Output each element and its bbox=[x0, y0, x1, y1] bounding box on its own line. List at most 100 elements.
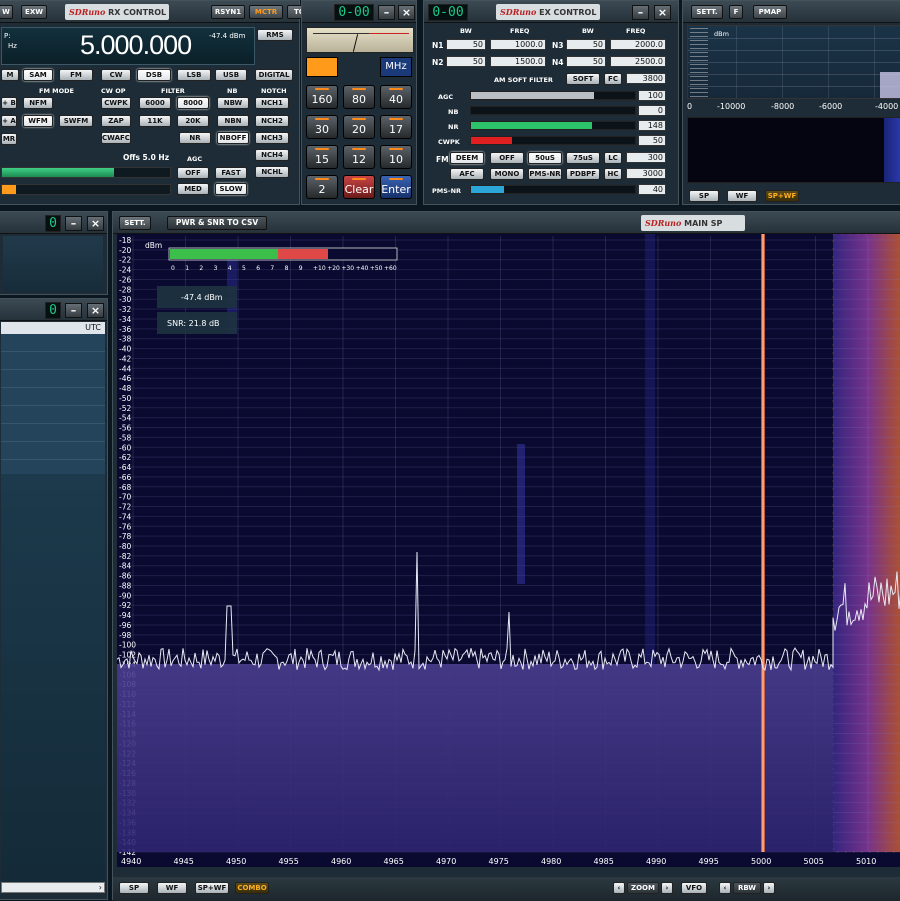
pms-nr-button[interactable]: PMS-NR bbox=[528, 168, 562, 180]
mctr-button[interactable]: MCTR bbox=[249, 5, 283, 19]
fc-button[interactable]: FC bbox=[604, 73, 622, 85]
nr-button[interactable]: NR bbox=[179, 132, 211, 144]
lc-value-field[interactable]: 300 bbox=[626, 152, 666, 163]
swfm-button[interactable]: SWFM bbox=[59, 115, 93, 127]
slider-agc[interactable] bbox=[470, 91, 636, 100]
small-spwf-button[interactable]: SP+WF bbox=[765, 190, 799, 202]
rx-squelch-bar[interactable] bbox=[1, 184, 171, 195]
key-80[interactable]: 80 bbox=[343, 85, 375, 109]
rx-w-button[interactable]: W bbox=[0, 5, 13, 19]
cwafc-button[interactable]: CWAFC bbox=[101, 132, 131, 144]
filter-6000-button[interactable]: 6000 bbox=[139, 97, 171, 109]
n4-bw-field[interactable]: 50 bbox=[566, 56, 606, 67]
mhz-display[interactable]: MHz bbox=[380, 57, 412, 77]
nbw-button[interactable]: NBW bbox=[217, 97, 249, 109]
mini1-minimize-icon[interactable]: – bbox=[65, 216, 82, 231]
mode-sam-button[interactable]: SAM bbox=[23, 69, 53, 81]
nchl-button[interactable]: NCHL bbox=[255, 166, 289, 178]
key-20[interactable]: 20 bbox=[343, 115, 375, 139]
mode-lsb-button[interactable]: LSB bbox=[177, 69, 211, 81]
small-f-button[interactable]: F bbox=[729, 5, 743, 19]
key-17[interactable]: 17 bbox=[380, 115, 412, 139]
afc-button[interactable]: AFC bbox=[450, 168, 484, 180]
rbw-right-button[interactable]: › bbox=[763, 882, 775, 894]
mr-button[interactable]: MR bbox=[1, 133, 17, 145]
main-sett-button[interactable]: SETT. bbox=[119, 216, 151, 230]
agc-slow-button[interactable]: SLOW bbox=[215, 183, 247, 195]
mode-digital-button[interactable]: DIGITAL bbox=[255, 69, 293, 81]
filter-20k-button[interactable]: 20K bbox=[177, 115, 209, 127]
nbn-button[interactable]: NBN bbox=[217, 115, 249, 127]
agc-med-button[interactable]: MED bbox=[177, 183, 209, 195]
main-spectrum-body[interactable]: -18 -20 -22 -24 -26 -28 -30 -32 -34 -36 -38 -40 -42-… bbox=[117, 234, 900, 867]
deem-off-button[interactable]: OFF bbox=[490, 152, 524, 164]
slider-nb[interactable] bbox=[470, 106, 636, 115]
pdbpf-button[interactable]: PDBPF bbox=[566, 168, 600, 180]
ex-minimize-icon[interactable]: – bbox=[632, 5, 649, 20]
mini2-minimize-icon[interactable]: – bbox=[65, 303, 82, 318]
main-spectrum-plot[interactable]: -18-20-22-24-26-28-30-32-34-36-38-40-42-… bbox=[117, 234, 900, 867]
rbw-left-button[interactable]: ‹ bbox=[719, 882, 731, 894]
deem-75us-button[interactable]: 75uS bbox=[566, 152, 600, 164]
fc-value-field[interactable]: 3800 bbox=[626, 73, 666, 84]
rsyn1-button[interactable]: RSYN1 bbox=[211, 5, 245, 19]
zoom-right-button[interactable]: › bbox=[661, 882, 673, 894]
ex-close-icon[interactable]: × bbox=[654, 5, 671, 20]
vfo-button[interactable]: VFO bbox=[681, 882, 707, 894]
pwr-snr-csv-button[interactable]: PWR & SNR TO CSV bbox=[167, 216, 267, 230]
mini1-close-icon[interactable]: × bbox=[87, 216, 104, 231]
main-combo-button[interactable]: COMBO bbox=[235, 882, 269, 894]
key-2[interactable]: 2 bbox=[306, 175, 338, 199]
nch2-button[interactable]: NCH2 bbox=[255, 115, 289, 127]
nboff-button[interactable]: NBOFF bbox=[217, 132, 249, 144]
log-table[interactable] bbox=[1, 334, 105, 474]
rx-exw-button[interactable]: EXW bbox=[21, 5, 47, 19]
wfm-button[interactable]: WFM bbox=[23, 115, 53, 127]
key-enter[interactable]: Enter bbox=[380, 175, 412, 199]
filter-11k-button[interactable]: 11K bbox=[139, 115, 171, 127]
key-160[interactable]: 160 bbox=[306, 85, 338, 109]
key-clear[interactable]: Clear bbox=[343, 175, 375, 199]
zoom-left-button[interactable]: ‹ bbox=[613, 882, 625, 894]
nch4-button[interactable]: NCH4 bbox=[255, 149, 289, 161]
hc-button[interactable]: HC bbox=[604, 168, 622, 180]
zap-button[interactable]: ZAP bbox=[101, 115, 131, 127]
n3-freq-field[interactable]: 2000.0 bbox=[610, 39, 666, 50]
agc-fast-button[interactable]: FAST bbox=[215, 167, 247, 179]
keypad-dot-key[interactable] bbox=[306, 57, 338, 77]
slider-nr[interactable] bbox=[470, 121, 636, 130]
close-icon[interactable]: × bbox=[398, 5, 415, 20]
n1-freq-field[interactable]: 1000.0 bbox=[490, 39, 546, 50]
pms-nr-slider[interactable] bbox=[470, 185, 636, 194]
log-scrollbar[interactable]: › bbox=[1, 882, 105, 893]
small-sp-button[interactable]: SP bbox=[689, 190, 719, 202]
small-pmap-button[interactable]: PMAP bbox=[753, 5, 787, 19]
n2-bw-field[interactable]: 50 bbox=[446, 56, 486, 67]
small-sett-button[interactable]: SETT. bbox=[691, 5, 723, 19]
key-10[interactable]: 10 bbox=[380, 145, 412, 169]
key-30[interactable]: 30 bbox=[306, 115, 338, 139]
mode-usb-button[interactable]: USB bbox=[215, 69, 247, 81]
mode-m-button[interactable]: M bbox=[1, 69, 19, 81]
rms-button[interactable]: RMS bbox=[257, 29, 293, 41]
soft-button[interactable]: SOFT bbox=[566, 73, 600, 85]
mini2-close-icon[interactable]: × bbox=[87, 303, 104, 318]
key-12[interactable]: 12 bbox=[343, 145, 375, 169]
small-wf-button[interactable]: WF bbox=[727, 190, 757, 202]
n1-bw-field[interactable]: 50 bbox=[446, 39, 486, 50]
minimize-icon[interactable]: – bbox=[378, 5, 395, 20]
mode-dsb-button[interactable]: DSB bbox=[137, 69, 171, 81]
nch1-button[interactable]: NCH1 bbox=[255, 97, 289, 109]
frequency-display[interactable]: P: Hz 5.000.000 -47.4 dBm bbox=[1, 27, 255, 65]
rx-volume-bar[interactable] bbox=[1, 167, 171, 178]
nfm-button[interactable]: NFM bbox=[23, 97, 53, 109]
key-15[interactable]: 15 bbox=[306, 145, 338, 169]
small-waterfall[interactable] bbox=[687, 117, 900, 183]
slider-cwpk[interactable] bbox=[470, 136, 636, 145]
nch3-button[interactable]: NCH3 bbox=[255, 132, 289, 144]
vfo-a-button[interactable]: + A bbox=[1, 115, 17, 127]
mode-fm-button[interactable]: FM bbox=[59, 69, 93, 81]
agc-off-button[interactable]: OFF bbox=[177, 167, 209, 179]
mono-button[interactable]: MONO bbox=[490, 168, 524, 180]
n2-freq-field[interactable]: 1500.0 bbox=[490, 56, 546, 67]
